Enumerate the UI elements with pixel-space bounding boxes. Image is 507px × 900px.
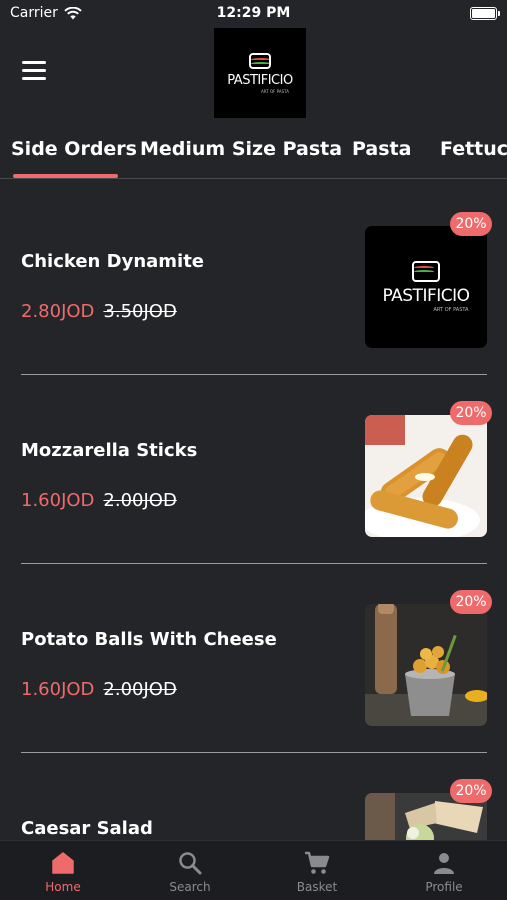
product-image[interactable] [365,604,487,726]
bottom-nav: Home Search Basket Profile [0,840,507,900]
nav-basket-label: Basket [296,880,338,894]
list-item[interactable]: Chicken Dynamite 2.80JOD 3.50JOD PASTIFI… [0,180,507,375]
menu-icon-bar [22,69,46,72]
discount-badge: 20% [450,590,492,614]
discounted-price: 2.80JOD [21,301,95,322]
battery-icon [470,7,500,20]
mozzarella-sticks-image [365,415,487,537]
home-icon [52,852,74,874]
original-price: 3.50JOD [103,301,177,322]
price-row: 1.60JOD 2.00JOD [21,490,177,511]
app-logo: PASTIFICIO ART OF PASTA [214,28,306,118]
tab-side-orders[interactable]: Side Orders [11,138,137,160]
discounted-price: 1.60JOD [21,490,95,511]
product-name: Mozzarella Sticks [21,440,198,461]
logo-text: PASTIFICIO [227,72,293,88]
price-row: 2.80JOD 3.50JOD [21,301,177,322]
list-item[interactable]: Potato Balls With Cheese 1.60JOD 2.00JOD [0,558,507,753]
logo-mark-icon [249,52,271,69]
product-list[interactable]: Chicken Dynamite 2.80JOD 3.50JOD PASTIFI… [0,180,507,840]
discount-badge: 20% [450,401,492,425]
product-image[interactable] [365,415,487,537]
menu-icon-bar [22,61,46,64]
product-name: Potato Balls With Cheese [21,629,277,650]
header: PASTIFICIO ART OF PASTA [0,28,507,118]
profile-icon [434,853,454,874]
menu-button[interactable] [22,61,48,83]
potato-balls-image [365,604,487,726]
nav-home[interactable]: Home [0,841,126,900]
logo-text: PASTIFICIO [382,286,470,306]
nav-profile-label: Profile [425,880,463,894]
logo-subtitle: ART OF PASTA [261,88,289,94]
price-row: 1.60JOD 2.00JOD [21,679,177,700]
nav-home-label: Home [45,880,81,894]
list-item[interactable]: Mozzarella Sticks 1.60JOD 2.00JOD 20% [0,369,507,564]
cart-icon [305,851,330,874]
nav-profile[interactable]: Profile [381,841,507,900]
product-name: Caesar Salad [21,818,153,839]
status-time: 12:29 PM [216,5,291,21]
search-icon [179,852,202,875]
list-item[interactable]: Caesar Salad 20% [0,747,507,840]
status-bar: Carrier 12:29 PM [0,0,507,28]
active-tab-indicator [13,174,118,178]
menu-icon-bar [22,77,46,80]
tab-fettuccine[interactable]: Fettucc [440,138,507,160]
product-image[interactable]: PASTIFICIO ART OF PASTA [365,226,487,348]
tab-pasta[interactable]: Pasta [352,138,411,160]
nav-search-label: Search [169,880,211,894]
product-name: Chicken Dynamite [21,251,205,272]
logo-subtitle: ART OF PASTA [433,307,469,313]
nav-basket[interactable]: Basket [254,841,380,900]
original-price: 2.00JOD [103,490,177,511]
discount-badge: 20% [450,779,492,803]
tab-medium-size-pasta[interactable]: Medium Size Pasta [140,138,342,160]
category-tabs: Side Orders Medium Size Pasta Pasta Fett… [0,128,507,179]
discount-badge: 20% [450,212,492,236]
nav-search[interactable]: Search [127,841,253,900]
logo-mark-icon [412,261,440,282]
discounted-price: 1.60JOD [21,679,95,700]
original-price: 2.00JOD [103,679,177,700]
